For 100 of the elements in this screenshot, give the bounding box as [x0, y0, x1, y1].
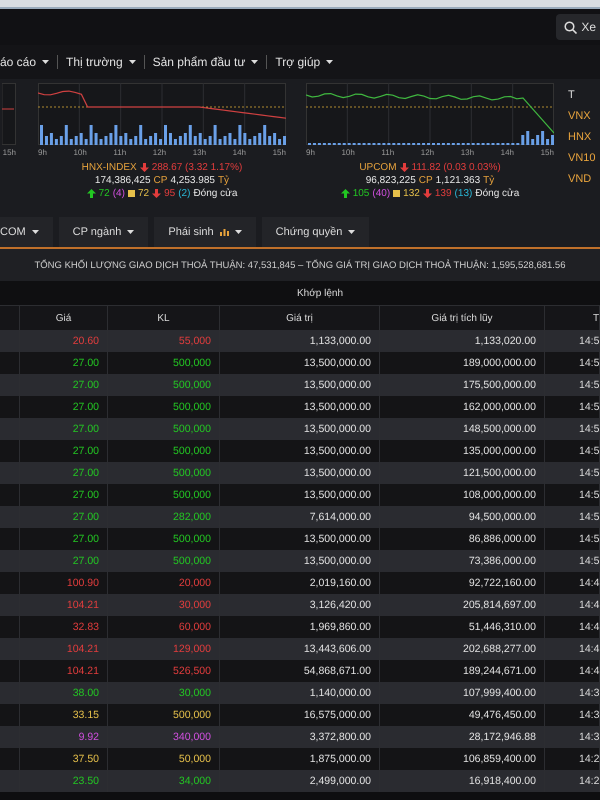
axis-label: 13h: [460, 148, 474, 157]
value-cell: 2,499,000.00: [220, 770, 380, 792]
caret-icon: [348, 230, 356, 234]
index-volume: 96,823,225: [366, 174, 416, 187]
volume-bar: [263, 125, 266, 145]
volume-bar: [90, 125, 93, 145]
declines-count: 95: [164, 187, 176, 200]
caret-icon: [32, 230, 39, 234]
up-arrow-icon: [340, 189, 350, 198]
volume-bar: [218, 139, 222, 145]
axis-label: 9h: [38, 148, 47, 157]
volume-bar: [80, 133, 83, 145]
volume-bar: [64, 125, 68, 145]
volume-bar: [268, 136, 272, 145]
unchanged-square-icon: [393, 190, 400, 197]
axis-label: 10h: [341, 148, 355, 157]
volume-cell: 34,000: [108, 770, 220, 792]
ceiling-count: (4): [112, 187, 125, 200]
declines-count: 139: [434, 187, 452, 200]
volume-bar: [40, 125, 43, 145]
axis-label: 10h: [73, 148, 87, 157]
volume-bar: [54, 139, 58, 145]
axis-label: 12h: [420, 148, 434, 157]
floor-count: (2): [178, 187, 190, 200]
unchanged-count: 72: [138, 187, 150, 200]
index-name: UPCOM: [359, 161, 397, 174]
axis-label: 13h: [192, 148, 206, 157]
down-arrow-icon: [422, 189, 432, 198]
caret-icon: [326, 60, 334, 64]
value-unit: Tỷ: [483, 174, 494, 187]
axis-label: 11h: [113, 148, 126, 157]
volume-bar: [253, 136, 256, 145]
caret-icon: [251, 60, 258, 64]
volume-bar: [184, 133, 187, 145]
volume-bar: [214, 125, 217, 145]
nav-menu-item[interactable]: Sản phẩm đầu tư: [152, 55, 258, 69]
market-tab[interactable]: COM: [0, 217, 53, 247]
axis-label: 11h: [381, 148, 394, 157]
down-arrow-icon: [400, 163, 409, 172]
caret-icon: [127, 230, 134, 234]
volume-bar: [109, 133, 112, 145]
volume-bar: [188, 125, 192, 145]
volume-bar: [194, 136, 197, 145]
market-tab[interactable]: CP ngành: [58, 217, 148, 247]
volume-bar: [238, 125, 242, 145]
ceiling-count: (40): [372, 187, 390, 200]
volume-bar: [546, 139, 550, 145]
volume-bar: [258, 133, 262, 145]
volume-bar: [119, 136, 122, 145]
unchanged-square-icon: [128, 190, 135, 197]
market-status: Đóng cửa: [475, 187, 520, 200]
nav-menu-item[interactable]: Trợ giúp: [275, 55, 334, 69]
volume-bar: [541, 131, 544, 145]
volume-unit: CP: [418, 174, 433, 187]
volume-bar: [233, 139, 236, 145]
market-tab[interactable]: Chứng quyền: [262, 217, 370, 247]
volume-bar: [168, 133, 172, 145]
index-value: 4,253.985: [170, 174, 215, 187]
volume-bar: [531, 139, 534, 145]
index-list-item[interactable]: HNX: [568, 131, 596, 143]
nav-menu-item[interactable]: áo cáo: [0, 55, 50, 69]
volume-bar: [283, 136, 286, 145]
bar-chart-icon: [220, 228, 229, 236]
up-arrow-icon: [86, 189, 96, 198]
volume-bar: [139, 125, 142, 145]
summary-text: TỔNG KHỐI LƯỢNG GIAO DỊCH THOẢ THUẬN: 47,531,845 – TỔNG GIÁ TRỊ GIAO DỊCH THOẢ THUẬN: 1,595,528,681.56: [34, 260, 566, 270]
price-cell: 23.50: [20, 770, 108, 792]
list-header: T: [568, 89, 576, 101]
search-button[interactable]: Xe: [556, 14, 600, 40]
index-change: 111.82 (0.03 0.03%): [412, 161, 501, 174]
search-icon: [564, 20, 578, 34]
axis-label: 12h: [152, 148, 166, 157]
volume-bar: [243, 133, 246, 145]
index-list-item[interactable]: VN10: [568, 152, 596, 164]
volume-bar: [174, 139, 177, 145]
volume-bar: [50, 133, 53, 145]
volume-bar: [70, 139, 73, 145]
volume-bar: [178, 136, 182, 145]
market-tab[interactable]: Phái sinh: [154, 217, 256, 247]
index-volume: 174,386,425: [94, 174, 151, 187]
volume-bar: [154, 133, 158, 145]
volume-bar: [114, 125, 118, 145]
volume-bar: [204, 139, 207, 145]
index-value: 1,121.363: [436, 174, 480, 187]
cumulative-value-cell: 16,918,400.00: [380, 770, 545, 792]
axis-label: 14h: [500, 148, 514, 157]
floor-count: (13): [454, 187, 472, 200]
volume-bar: [208, 136, 212, 145]
down-arrow-icon: [152, 189, 162, 198]
index-list-item[interactable]: VND: [568, 173, 596, 185]
volume-bar: [94, 133, 98, 145]
volume-bar: [164, 125, 167, 145]
index-line: [2, 108, 14, 110]
volume-bar: [60, 136, 63, 145]
volume-bar: [248, 139, 252, 145]
volume-bar: [129, 139, 132, 145]
volume-bar: [124, 133, 128, 145]
down-arrow-icon: [140, 163, 149, 172]
index-list-item[interactable]: VNX: [568, 110, 596, 122]
nav-menu-item[interactable]: Thị trường: [66, 55, 136, 69]
